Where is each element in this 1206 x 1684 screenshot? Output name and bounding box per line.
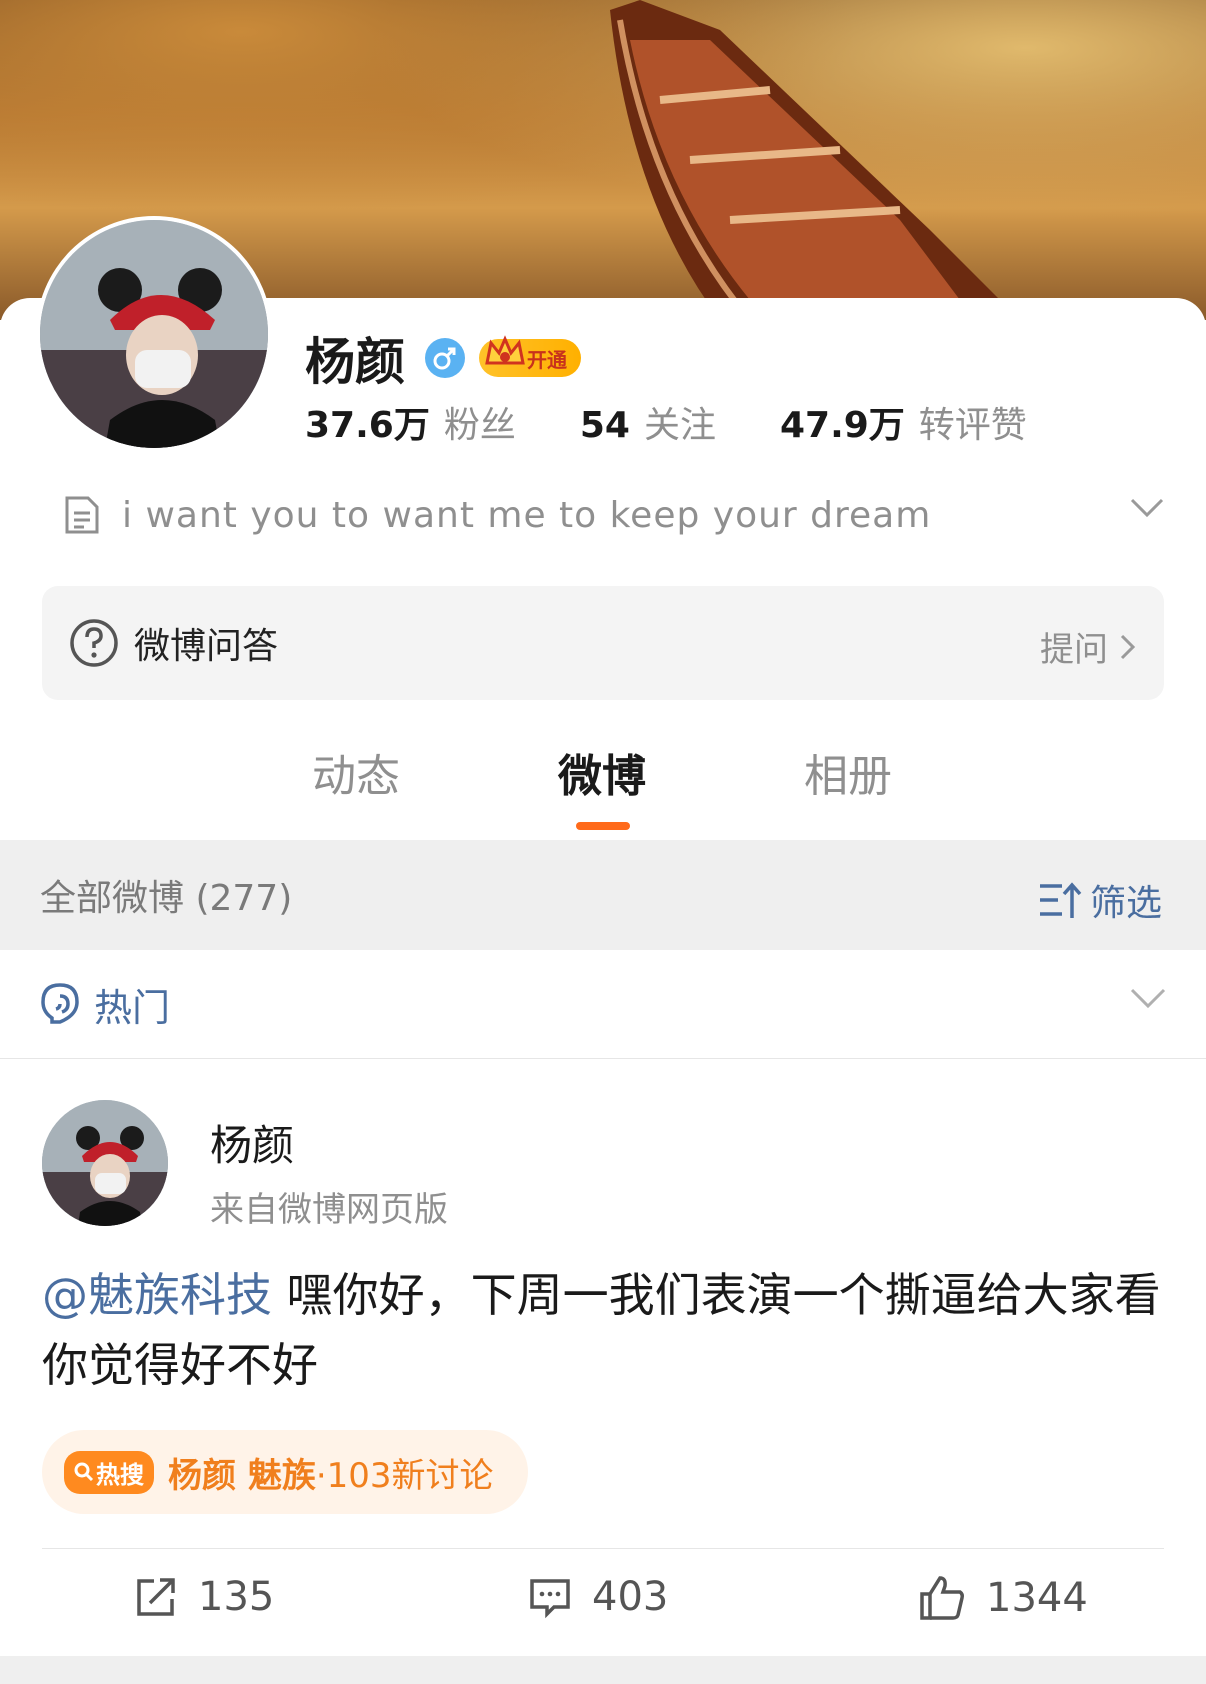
post-divider [42,1548,1164,1549]
mention-link[interactable]: @魅族科技 [42,1268,272,1322]
avatar-photo [40,220,268,448]
repost-icon [137,1578,175,1616]
all-weibo-count: 全部微博 (277) [40,878,293,919]
vip-label: 开通 [527,347,567,372]
qa-title: 微博问答 [134,626,279,667]
ask-label: 提问 [1040,630,1108,670]
chevron-down-icon[interactable] [1130,988,1166,1010]
post-actions: 135 403 1344 [0,1574,1206,1634]
filter-bar: 全部微博 (277) 筛选 [0,840,1206,950]
stat-number: 37.6万 [305,405,430,446]
tab-weibo[interactable]: 微博 [558,740,646,804]
bio-text: i want you to want me to keep your dream [122,494,932,536]
profile-stats: 37.6万 粉丝 54 关注 47.9万 转评赞 [305,396,1091,448]
hot-label: 热门 [94,985,171,1030]
filter-icon [1039,882,1082,918]
chevron-right-icon [1120,634,1136,659]
profile-avatar[interactable] [36,216,272,452]
hot-search-tag: 热搜 [64,1450,154,1494]
post-content: @魅族科技 嘿你好，下周一我们表演一个撕逼给大家看你觉得好不好 [42,1260,1172,1400]
repost-button[interactable]: 135 [134,1574,274,1620]
stat-label: 粉丝 [443,405,516,446]
chevron-down-icon[interactable] [1130,498,1164,518]
stat-interactions[interactable]: 47.9万 转评赞 [780,396,1027,448]
filter-label: 筛选 [1089,883,1162,924]
feed-separator [0,1656,1206,1684]
hot-sort-row[interactable]: 热门 [0,950,1206,1059]
hot-search-pill[interactable]: 热搜 杨颜 魅族 ·103新讨论 [42,1430,528,1514]
ask-question-button[interactable]: 提问 [1040,622,1138,671]
question-icon [70,619,118,667]
post-author-name[interactable]: 杨颜 [210,1112,294,1173]
weibo-qa-card[interactable]: 微博问答 提问 [42,586,1164,700]
profile-name: 杨颜 [305,333,405,391]
canoe-illustration [610,0,1020,320]
thumbs-up-icon [920,1576,964,1620]
stat-following[interactable]: 54 关注 [580,396,716,448]
repost-count: 135 [198,1574,275,1620]
stat-number: 47.9万 [779,405,905,446]
profile-name-row: 杨颜 开通 [305,322,581,394]
vip-open-button[interactable]: 开通 [479,335,581,377]
stat-label: 转评赞 [918,405,1027,446]
filter-button[interactable]: 筛选 [1038,874,1162,926]
like-button[interactable]: 1344 [918,1574,1088,1622]
male-icon [425,338,465,378]
stat-label: 关注 [643,405,716,446]
post-author-avatar[interactable] [42,1100,168,1226]
hot-meta: ·103新讨论 [315,1455,494,1496]
comment-button[interactable]: 403 [528,1574,668,1620]
stat-number: 54 [579,405,630,446]
tab-dynamic[interactable]: 动态 [312,740,400,804]
tab-active-indicator [576,822,630,830]
like-count: 1344 [986,1575,1088,1621]
crown-icon [485,335,525,365]
tab-album[interactable]: 相册 [804,740,892,804]
search-icon [74,1462,94,1482]
stat-followers[interactable]: 37.6万 粉丝 [305,396,516,448]
document-icon [65,496,99,534]
post-source: 来自微博网页版 [210,1190,448,1230]
comment-count: 403 [592,1574,669,1620]
profile-bio[interactable]: i want you to want me to keep your dream [64,490,1164,540]
hot-tag-label: 热搜 [96,1460,144,1489]
hot-icon [41,983,79,1024]
comment-icon [530,1579,570,1619]
hot-topic: 杨颜 魅族 [168,1455,316,1496]
avatar-photo [42,1100,168,1226]
